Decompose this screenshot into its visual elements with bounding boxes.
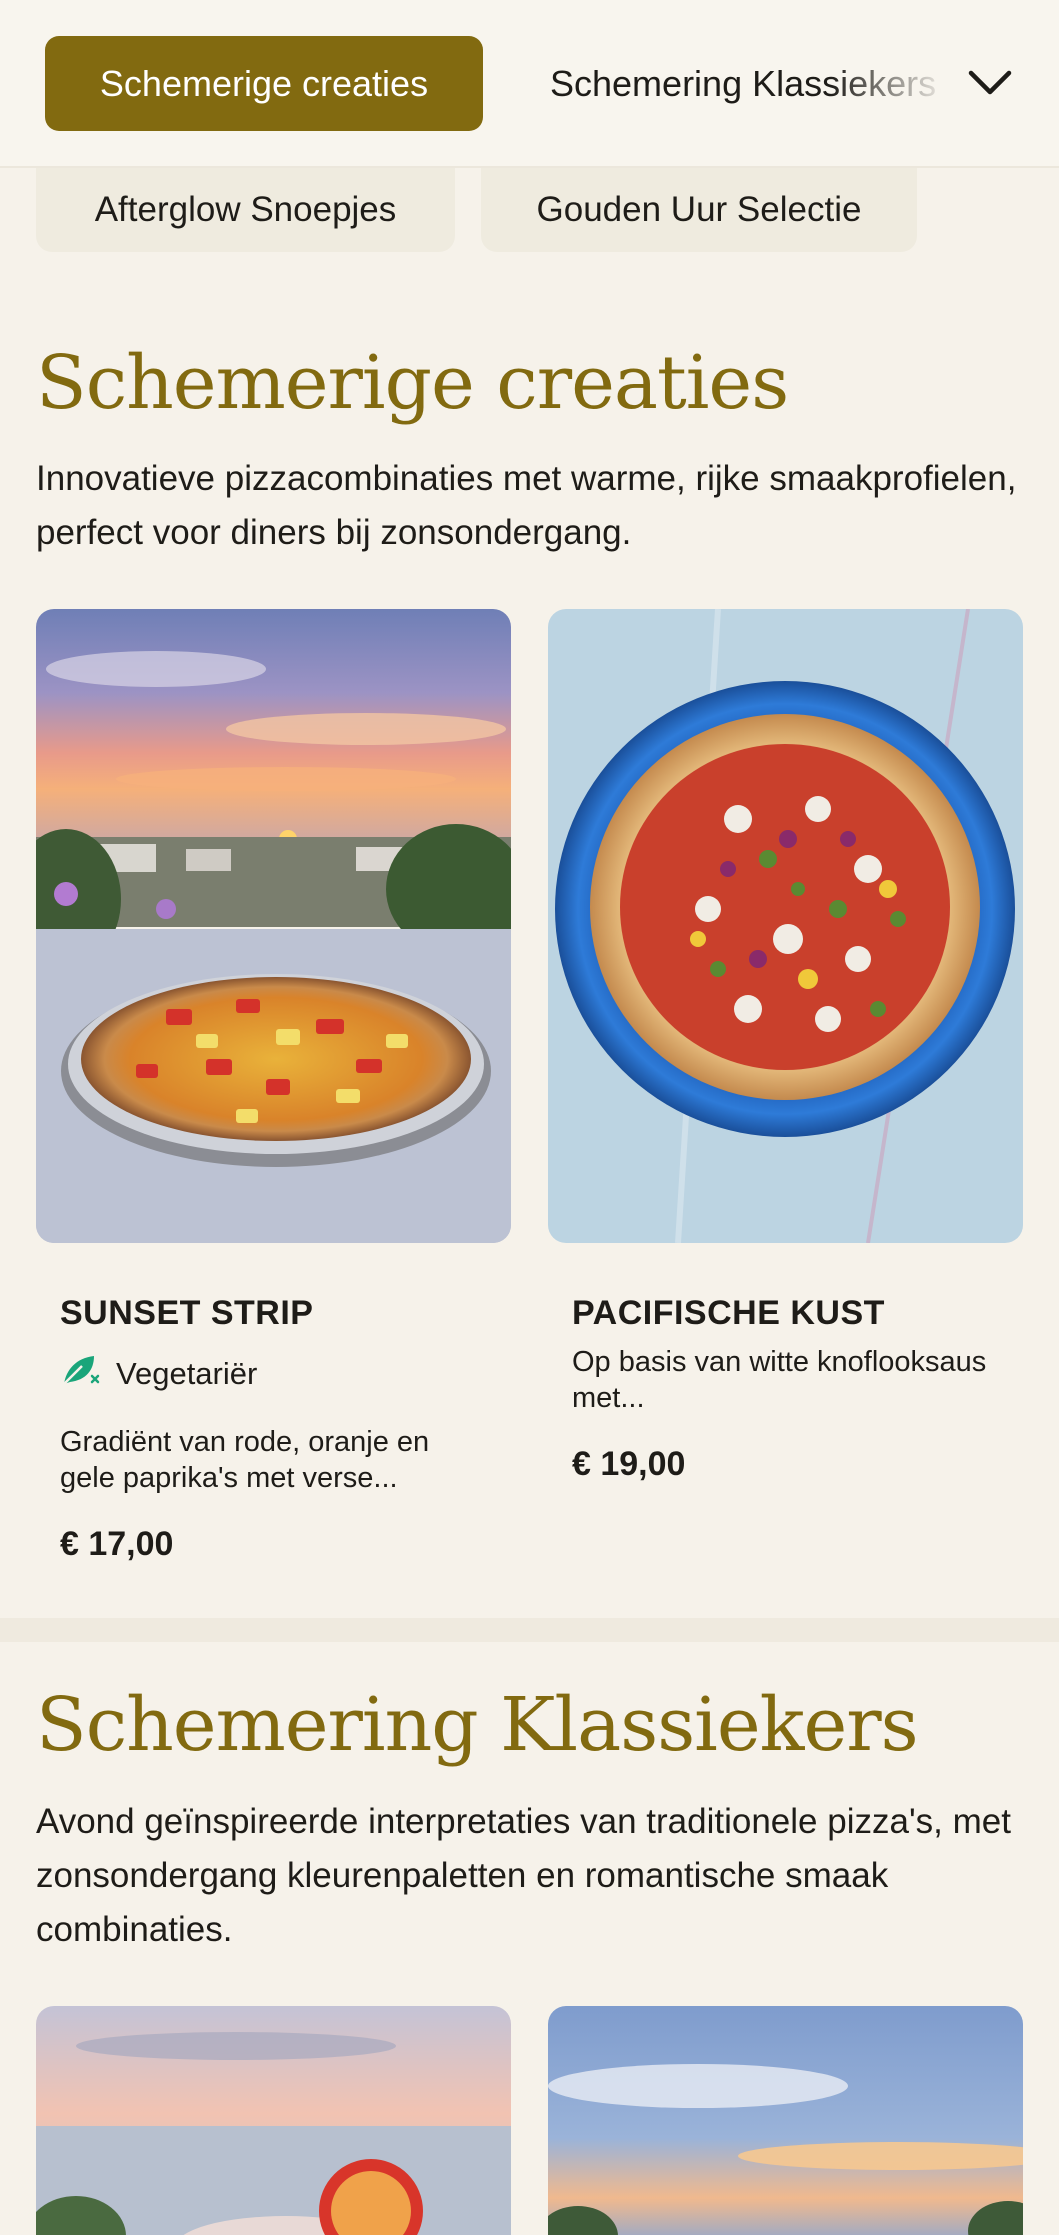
category-chip-golden-hour[interactable]: Gouden Uur Selectie: [481, 168, 917, 252]
section-description: Innovatieve pizzacombinaties met warme, …: [36, 459, 1017, 552]
section-title: Schemerige creaties: [36, 340, 789, 426]
item-description: Gradiënt van rode, oranje en gele paprik…: [60, 1426, 430, 1494]
item-price: € 17,00: [60, 1525, 174, 1563]
vegetarian-tag: Vegetariër: [60, 1352, 257, 1396]
section-title: Schemering Klassiekers: [36, 1682, 919, 1768]
chevron-down-icon[interactable]: [960, 50, 1020, 116]
pizza-image-pacifische-kust[interactable]: [548, 609, 1023, 1243]
section-description: Avond geïnspireerde interpretaties van t…: [36, 1802, 1011, 1949]
category-chip-afterglow[interactable]: Afterglow Snoepjes: [36, 168, 455, 252]
pizza-image-sunset-strip[interactable]: [36, 609, 511, 1243]
pizza-image[interactable]: [548, 2006, 1023, 2235]
pizza-image[interactable]: [36, 2006, 511, 2235]
item-price: € 19,00: [572, 1445, 686, 1483]
tag-label: Vegetariër: [116, 1356, 258, 1391]
item-name[interactable]: SUNSET STRIP: [60, 1294, 313, 1333]
vegetarian-leaf-icon: [60, 1352, 102, 1396]
item-name[interactable]: PACIFISCHE KUST: [572, 1294, 885, 1333]
category-nav: Schemerige creaties Schemering Klassieke…: [0, 0, 1059, 168]
section-divider: [0, 1618, 1059, 1642]
item-description: Op basis van witte knoflooksaus met...: [572, 1346, 987, 1414]
category-chip-next[interactable]: Schemering Klassiekers: [550, 36, 950, 131]
category-chip-active[interactable]: Schemerige creaties: [45, 36, 483, 131]
